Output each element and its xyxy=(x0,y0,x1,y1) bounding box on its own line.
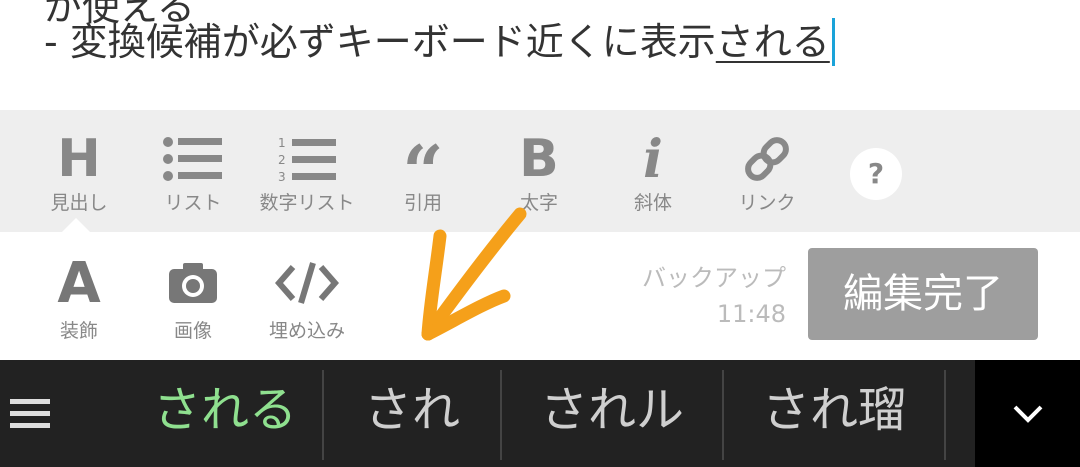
ime-menu-button[interactable] xyxy=(0,360,60,467)
decoration-label: 装飾 xyxy=(59,320,98,342)
decoration-button[interactable]: A 装飾 xyxy=(24,232,134,360)
bold-label: 太字 xyxy=(519,192,558,214)
menu-icon xyxy=(10,398,50,428)
italic-icon: i xyxy=(643,128,663,190)
embed-button[interactable]: 埋め込み xyxy=(252,232,362,360)
bold-button[interactable]: B 太字 xyxy=(484,110,594,232)
decoration-icon: A xyxy=(57,250,101,316)
numbered-list-label: 数字リスト xyxy=(259,192,355,214)
help-button[interactable]: ? xyxy=(850,148,902,200)
quote-button[interactable]: “ 引用 xyxy=(368,110,478,232)
ime-candidate-bar: される され されル され瑠 xyxy=(0,360,1080,467)
italic-label: 斜体 xyxy=(633,192,672,214)
ime-expand-button[interactable] xyxy=(975,360,1080,467)
bold-icon: B xyxy=(519,129,559,189)
ime-candidate-2[interactable]: され xyxy=(324,360,500,467)
link-icon xyxy=(745,137,789,181)
heading-button[interactable]: H 見出し xyxy=(24,110,134,232)
link-label: リンク xyxy=(738,192,796,214)
list-label: リスト xyxy=(164,192,222,214)
quote-label: 引用 xyxy=(403,192,442,214)
editor-text: - 変換候補が必ずキーボード近くに表示 xyxy=(44,20,716,64)
svg-text:1: 1 xyxy=(278,136,286,150)
image-label: 画像 xyxy=(173,320,212,342)
editor-area[interactable]: が使える - 変換候補が必ずキーボード近くに表示される xyxy=(0,0,1080,110)
chevron-down-icon xyxy=(1013,405,1042,423)
numbered-list-button[interactable]: 1 2 3 数字リスト xyxy=(252,110,362,232)
list-icon xyxy=(163,137,222,181)
candidate-divider xyxy=(944,370,946,460)
heading-icon: H xyxy=(57,129,101,189)
svg-text:2: 2 xyxy=(278,153,286,167)
bottom-toolbar: A 装飾 画像 埋め込み バックアップ 11:48 編集完了 xyxy=(0,218,1080,360)
list-button[interactable]: リスト xyxy=(138,110,248,232)
text-caret xyxy=(831,18,835,66)
link-button[interactable]: リンク xyxy=(712,110,822,232)
backup-time: 11:48 xyxy=(716,300,786,328)
svg-text:3: 3 xyxy=(278,170,286,183)
ime-candidate-4[interactable]: され瑠 xyxy=(724,360,944,467)
editor-line-current: - 変換候補が必ずキーボード近くに表示される xyxy=(44,18,835,66)
image-button[interactable]: 画像 xyxy=(138,232,248,360)
italic-button[interactable]: i 斜体 xyxy=(598,110,708,232)
code-icon xyxy=(275,262,339,304)
embed-label: 埋め込み xyxy=(268,320,345,342)
ime-candidate-3[interactable]: されル xyxy=(502,360,722,467)
backup-status: バックアップ 11:48 xyxy=(600,260,786,332)
ime-candidate-1[interactable]: される xyxy=(130,360,320,467)
backup-label: バックアップ xyxy=(642,264,786,292)
format-toolbar: H 見出し リスト 1 2 3 数字リスト “ 引用 B 太字 i 斜体 リンク xyxy=(0,110,1080,232)
toolbar-pointer xyxy=(62,218,90,232)
camera-icon xyxy=(169,263,217,303)
composing-text: される xyxy=(715,20,830,64)
heading-label: 見出し xyxy=(50,192,108,214)
done-editing-button[interactable]: 編集完了 xyxy=(808,248,1038,340)
numbered-list-icon: 1 2 3 xyxy=(278,136,336,183)
